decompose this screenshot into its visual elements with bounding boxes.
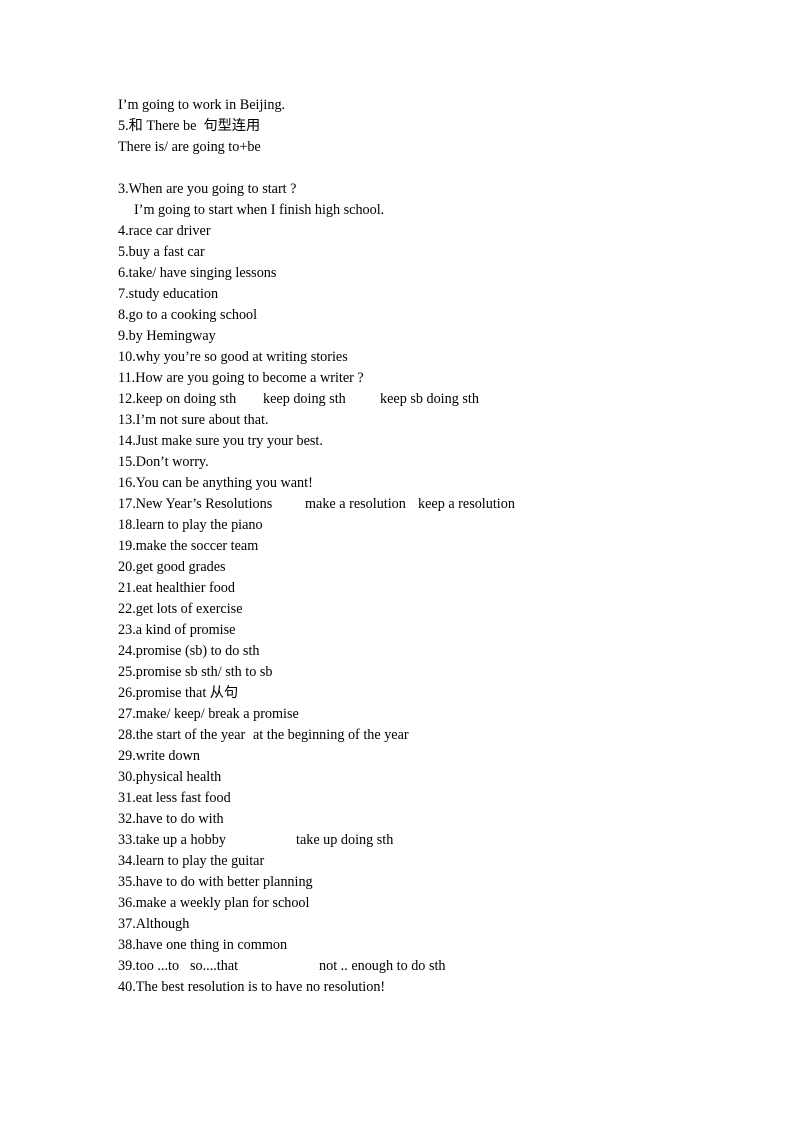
text-line: 23.a kind of promise [118,622,236,638]
text-line: 18.learn to play the piano [118,517,263,533]
text-line-multicolumn: 17.New Year’s Resolutions make a resolut… [118,494,678,515]
text-line: 29.write down [118,748,200,764]
text-segment: 39.too ...to [118,958,180,974]
text-line: 15.Don’t worry. [118,454,209,470]
text-line-multicolumn: 39.too ...to so....that not .. enough to… [118,956,678,977]
text-line: 20.get good grades [118,559,226,575]
text-line: 14.Just make sure you try your best. [118,433,323,449]
text-line: 40.The best resolution is to have no res… [118,979,386,995]
text-segment: keep sb doing sth [380,391,479,407]
text-line-multicolumn: 33.take up a hobby take up doing sth [118,830,678,851]
text-line: 8.go to a cooking school [118,307,258,323]
text-line: 13.I’m not sure about that. [118,412,269,428]
text-line: 19.make the soccer team [118,538,259,554]
text-line: 34.learn to play the guitar [118,853,265,869]
text-line: 27.make/ keep/ break a promise [118,706,299,722]
text-line: 5.和 There be 句型连用 [118,118,261,134]
text-line: 37.Although [118,916,190,932]
text-line: 5.buy a fast car [118,244,205,260]
text-line: 16.You can be anything you want! [118,475,313,491]
text-line: There is/ are going to+be [118,139,261,155]
text-line: 3.When are you going to start ? [118,181,297,197]
text-segment: take up doing sth [296,832,394,848]
text-segment: make a resolution [305,496,406,512]
text-line: 7.study education [118,286,219,302]
text-segment: not .. enough to do sth [319,958,446,974]
text-line: 32.have to do with [118,811,224,827]
text-line: 6.take/ have singing lessons [118,265,277,281]
text-line: 35.have to do with better planning [118,874,313,890]
text-segment: 17.New Year’s Resolutions [118,496,273,512]
text-segment: 33.take up a hobby [118,832,226,848]
text-line: 4.race car driver [118,223,211,239]
text-line: I’m going to work in Beijing. [118,97,286,113]
text-line: 21.eat healthier food [118,580,235,596]
text-line: 25.promise sb sth/ sth to sb [118,664,273,680]
document-text-body: I’m going to work in Beijing. 5.和 There … [118,95,678,998]
text-line: 11.How are you going to become a writer … [118,370,364,386]
text-segment: keep a resolution [418,496,515,512]
text-line: 10.why you’re so good at writing stories [118,349,348,365]
text-line: 36.make a weekly plan for school [118,895,310,911]
text-line: 30.physical health [118,769,222,785]
text-line: 22.get lots of exercise [118,601,243,617]
text-segment: 28.the start of the year [118,727,246,743]
text-line: 26.promise that 从句 [118,685,239,701]
text-line-indented: I’m going to start when I finish high sc… [134,202,385,218]
text-segment: 12.keep on doing sth [118,391,237,407]
text-line: 9.by Hemingway [118,328,216,344]
text-segment: at the beginning of the year [253,727,409,743]
text-line-multicolumn: 28.the start of the year at the beginnin… [118,725,678,746]
text-segment: keep doing sth [263,391,346,407]
text-segment: so....that [190,958,239,974]
text-line: 24.promise (sb) to do sth [118,643,260,659]
text-line: 38.have one thing in common [118,937,288,953]
text-line: 31.eat less fast food [118,790,231,806]
document-page: I’m going to work in Beijing. 5.和 There … [0,0,794,1123]
text-line-multicolumn: 12.keep on doing sth keep doing sth keep… [118,389,678,410]
